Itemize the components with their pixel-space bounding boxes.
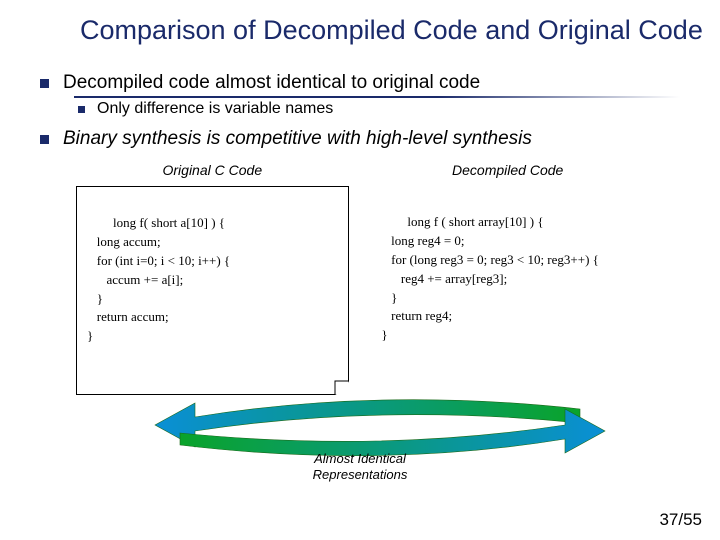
- bullet-text-italic: Binary synthesis is competitive with hig…: [63, 128, 532, 150]
- decompiled-code-box: long f ( short array[10] ) { long reg4 =…: [371, 186, 644, 374]
- left-column: Original C Code long f( short a[10] ) { …: [76, 162, 349, 394]
- arrow-diagram: Almost Identical Representations: [100, 399, 620, 457]
- right-column-title: Decompiled Code: [371, 162, 644, 178]
- square-bullet-icon: [40, 135, 49, 144]
- bullet-level1: Decompiled code almost identical to orig…: [40, 72, 680, 94]
- bullet-level2: Only difference is variable names: [78, 100, 680, 118]
- title-underline: [74, 96, 680, 98]
- slide-title: Comparison of Decompiled Code and Origin…: [0, 0, 720, 52]
- code-text: long f ( short array[10] ) { long reg4 =…: [381, 214, 599, 342]
- code-columns: Original C Code long f( short a[10] ) { …: [40, 162, 680, 394]
- square-bullet-icon: [78, 106, 85, 113]
- right-column: Decompiled Code long f ( short array[10]…: [371, 162, 644, 394]
- page-fold-icon: [334, 380, 348, 394]
- arrow-caption: Almost Identical Representations: [100, 451, 620, 484]
- original-code-box: long f( short a[10] ) { long accum; for …: [76, 186, 349, 394]
- square-bullet-icon: [40, 79, 49, 88]
- bullet-text: Decompiled code almost identical to orig…: [63, 72, 480, 94]
- left-column-title: Original C Code: [76, 162, 349, 178]
- page-number: 37/55: [659, 510, 702, 530]
- bullet-text: Only difference is variable names: [97, 100, 333, 118]
- slide-body: Decompiled code almost identical to orig…: [0, 52, 720, 456]
- bullet-level1: Binary synthesis is competitive with hig…: [40, 128, 680, 150]
- code-text: long f( short a[10] ) { long accum; for …: [87, 215, 230, 343]
